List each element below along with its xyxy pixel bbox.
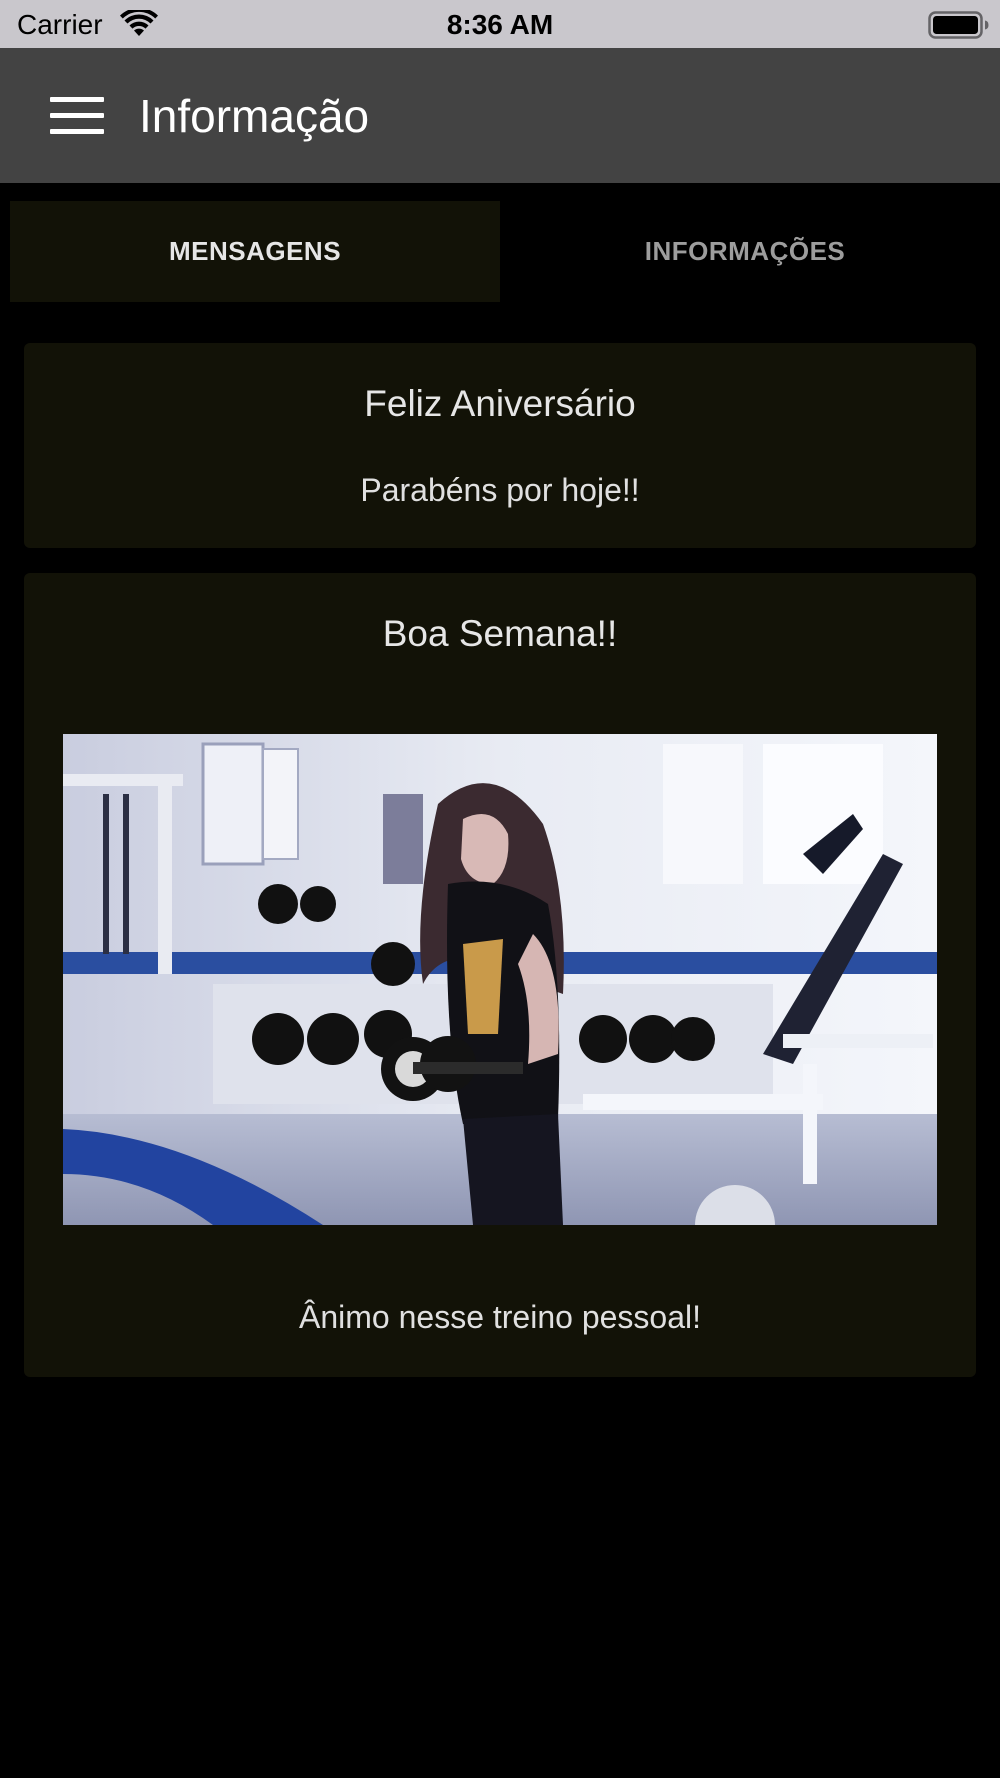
status-bar: Carrier 8:36 AM [0, 0, 1000, 48]
tab-bar: MENSAGENS INFORMAÇÕES [10, 201, 990, 302]
message-card: Feliz Aniversário Parabéns por hoje!! [24, 343, 976, 548]
message-body: Ânimo nesse treino pessoal! [299, 1299, 701, 1335]
battery-full-icon [928, 11, 990, 39]
message-title: Boa Semana!! [382, 613, 618, 654]
message-body: Parabéns por hoje!! [360, 472, 640, 508]
hamburger-menu-icon[interactable] [40, 88, 116, 144]
message-title: Feliz Aniversário [364, 383, 636, 424]
clock-time: 8:36 AM [446, 9, 554, 40]
message-card: Boa Semana!! Ânimo nesse treino pessoal! [24, 573, 976, 1377]
tab-informacoes[interactable]: INFORMAÇÕES [500, 201, 990, 302]
gym-woman-dumbbell-photo [63, 734, 937, 1225]
app-bar: Informação [0, 48, 1000, 183]
page-title: Informação [139, 90, 370, 142]
tab-mensagens[interactable]: MENSAGENS [10, 201, 500, 302]
